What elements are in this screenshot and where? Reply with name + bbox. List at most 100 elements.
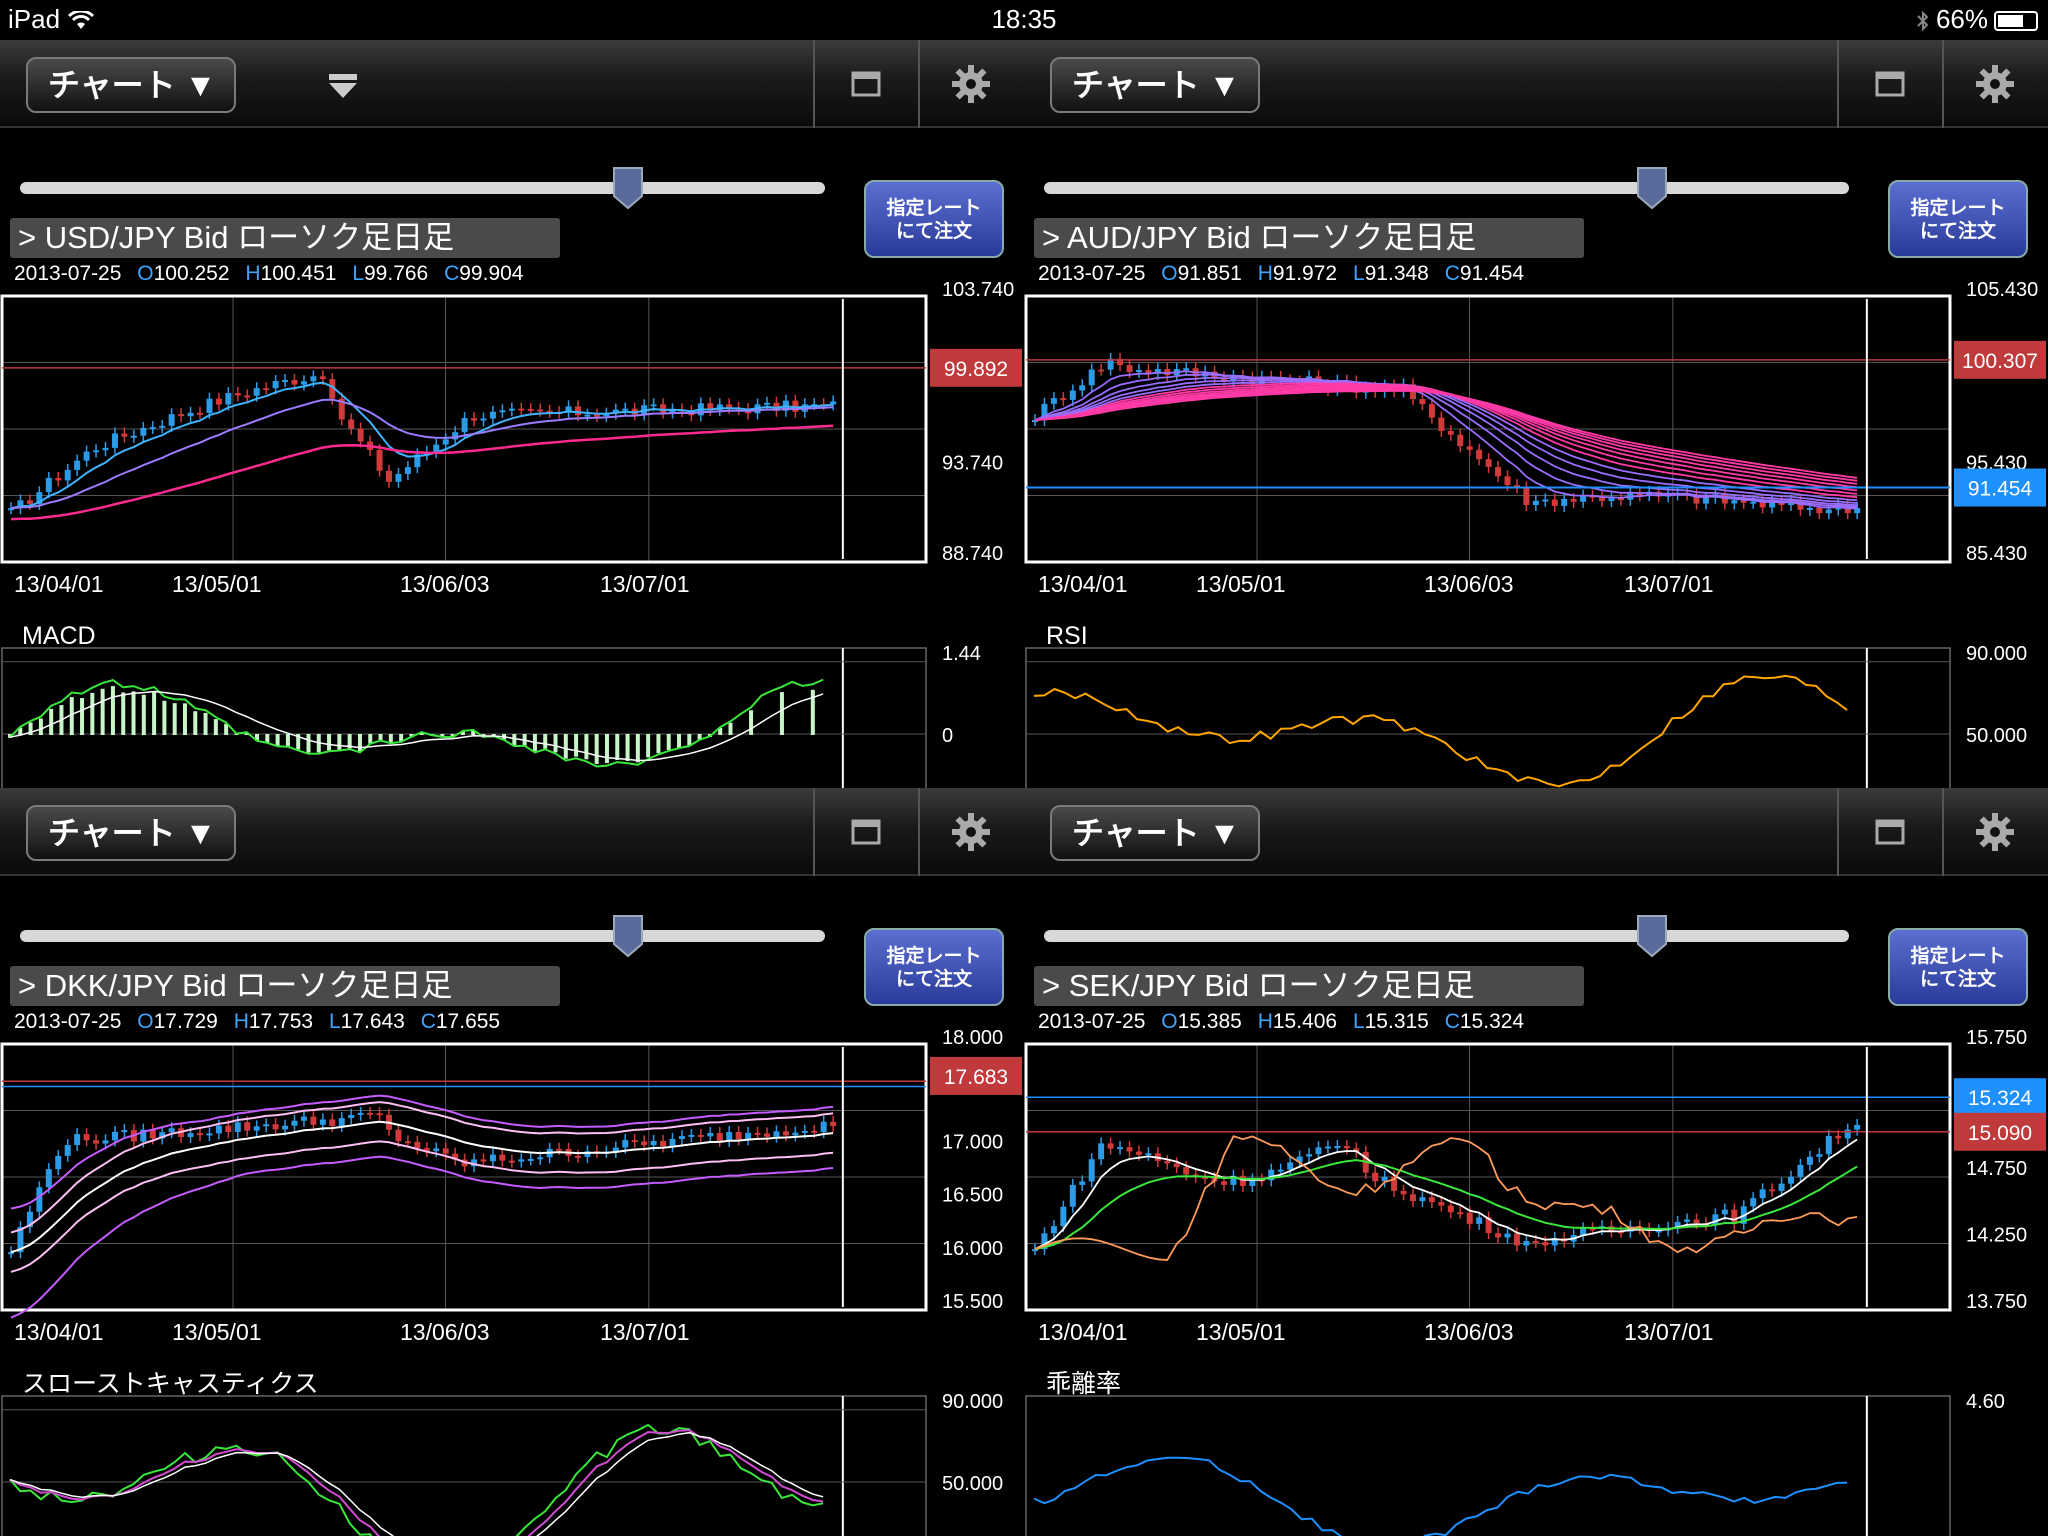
candle-body [631,1140,638,1143]
candle-body [130,435,137,438]
macd-histogram-bar [172,703,177,735]
y-tick-label: 14.750 [1966,1158,2027,1180]
candle-body [149,427,156,430]
candle-body [1788,1176,1794,1184]
candle-body [1410,1194,1416,1202]
candle-body [367,1112,374,1115]
candle-body [348,1114,355,1119]
candle-body [1769,1189,1776,1192]
macd-histogram-bar [121,692,126,735]
candle-body [1806,507,1813,510]
candle-body [338,1118,345,1126]
indicator-title: RSI [1046,622,1088,650]
candle-body [518,1159,525,1162]
candle-body [1816,1154,1823,1157]
candle-body [716,1132,723,1141]
candle-body [206,1133,213,1136]
candle-body [1050,1226,1057,1234]
candle-body [480,1159,487,1162]
candle-body [1693,1219,1700,1224]
candle-body [93,450,100,453]
candle-body [376,1113,383,1116]
candle-body [782,1131,789,1136]
candle-body [442,439,449,445]
candle-body [433,1148,440,1152]
x-tick-label: 13/06/03 [1424,1319,1514,1345]
candle-body [1438,1202,1445,1206]
candle-body [489,411,496,419]
candle-body [1173,1163,1180,1168]
candle-body [1183,1167,1190,1175]
candle-body [300,381,307,385]
candle-body [55,1155,62,1170]
candle-body [1721,1209,1728,1215]
macd-histogram-bar [193,711,198,735]
candle-body [508,1160,515,1163]
candle-body [650,1140,657,1146]
status-right: 66% [1916,4,2038,35]
candle-body [102,1140,109,1144]
x-tick-label: 13/06/03 [1424,571,1514,597]
macd-histogram-bar [563,734,568,759]
candle-body [1060,1206,1067,1227]
chart-panel-2: チャート ▼ 指定レート にて注文 > AUD/JPY Bid ローソク足日足 2… [1024,40,2048,788]
candle-body [1400,1190,1407,1195]
macd-histogram-bar [141,694,146,735]
macd-histogram-bar [203,712,208,735]
candle-body [1419,1197,1426,1202]
candle-body [1050,398,1057,404]
candle-body [1447,1205,1454,1213]
candle-body [1069,390,1076,400]
candle-body [93,1140,100,1144]
candle-body [1854,1124,1861,1130]
stoch-k-line [9,1423,824,1536]
candle-body [1551,499,1558,506]
candle-body [593,414,600,417]
candle-body [669,1138,676,1147]
candle-body [282,1125,289,1130]
candle-body [1542,499,1549,502]
candle-body [1287,1162,1294,1170]
ref_badge-label: 100.307 [1962,350,2038,373]
candle-body [159,425,166,428]
macd-histogram-bar [666,734,671,751]
candle-body [792,1132,799,1136]
candle-body [1532,1240,1539,1243]
chart-canvas: 105.43095.43085.43091.454100.30713/04/01… [1024,279,2046,788]
candle-body [1835,1135,1842,1139]
candle-body [64,469,71,481]
macd-histogram-bar [213,719,218,735]
candle-body [111,1131,118,1141]
macd-histogram-bar [337,734,342,750]
macd-histogram-bar [635,734,640,763]
y-tick-label: 14.250 [1966,1225,2027,1247]
candle-body [45,477,52,493]
candle-body [1580,495,1587,502]
candle-body [1513,1233,1520,1246]
candle-body [253,388,260,396]
candle-body [1145,1153,1152,1156]
candle-body [26,500,33,504]
candle-body [168,414,175,426]
candle-body [291,1120,298,1126]
candle-body [55,477,62,481]
macd-histogram-bar [388,734,393,744]
candle-body [1570,498,1577,502]
price-grid [1026,296,1950,562]
current_badge-label: 91.454 [1968,478,2033,501]
candle-body [499,410,506,413]
candle-body [1608,498,1615,502]
candle-body [745,1132,752,1140]
bb-lower-2 [10,1155,834,1319]
candle-body [168,1128,175,1133]
candle-body [1466,446,1473,450]
macd-histogram-bar [728,722,733,735]
chart-panel-4: チャート ▼ 指定レート にて注文 > SEK/JPY Bid ローソク足日足 2… [1024,788,2048,1536]
candle-body [1523,487,1530,506]
macd-histogram-bar [687,734,692,746]
candle-body [1712,1214,1719,1225]
candle-body [300,1116,307,1121]
indicator-frame [1025,647,1951,788]
battery-icon [1994,11,2038,32]
indicator-tick-label: 1.44 [942,643,981,665]
